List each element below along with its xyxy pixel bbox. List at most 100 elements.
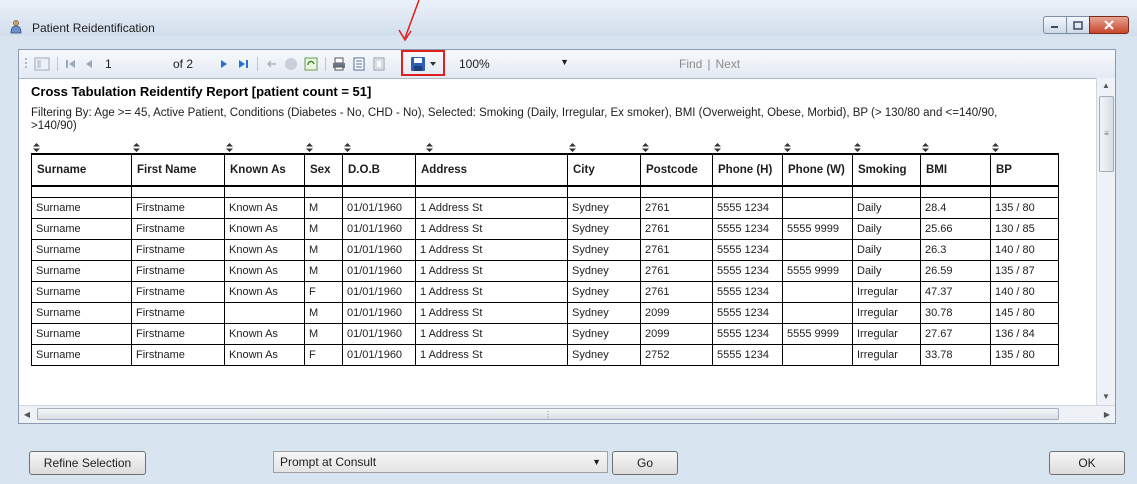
stop-button[interactable] (283, 56, 299, 72)
table-cell: 30.78 (920, 302, 991, 324)
first-page-button[interactable] (63, 56, 79, 72)
column-header[interactable]: Phone (H) (712, 153, 783, 187)
print-layout-button[interactable] (351, 56, 367, 72)
print-button[interactable] (331, 56, 347, 72)
sort-toggle-icon[interactable] (426, 143, 433, 153)
spacer-cell (852, 186, 921, 198)
page-setup-button[interactable] (371, 56, 387, 72)
report-viewer: 1 of 2 100% ▼ Find | Next Cross Tabulati… (18, 49, 1116, 424)
table-cell: M (304, 197, 343, 219)
sort-toggle-icon[interactable] (344, 143, 351, 153)
table-cell: Surname (31, 239, 132, 261)
refresh-button[interactable] (303, 56, 319, 72)
table-row[interactable]: Surname Firstname Known As M 01/01/1960 1 Add… (31, 218, 1059, 240)
maximize-button[interactable] (1066, 16, 1090, 34)
sort-toggle-icon[interactable] (133, 143, 140, 153)
table-cell: 28.4 (920, 197, 991, 219)
sort-toggle-icon[interactable] (33, 143, 40, 153)
table-row[interactable]: Surname Firstname M 01/01/1960 1 Address St S… (31, 302, 1059, 324)
column-header[interactable]: Known As (224, 153, 305, 187)
table-cell (782, 344, 853, 366)
annotation-arrow-icon (398, 0, 420, 42)
find-link[interactable]: Find (679, 57, 702, 71)
sort-toggle-icon[interactable] (992, 143, 999, 153)
table-cell: 01/01/1960 (342, 281, 416, 303)
column-header[interactable]: Sex (304, 153, 343, 187)
last-page-icon (239, 60, 248, 68)
sort-toggle-icon[interactable] (642, 143, 649, 153)
column-header[interactable]: Phone (W) (782, 153, 853, 187)
column-header[interactable]: BMI (920, 153, 991, 187)
vertical-scroll-thumb[interactable]: ≡ (1099, 96, 1114, 172)
find-separator: | (707, 57, 711, 71)
column-header[interactable]: D.O.B (342, 153, 416, 187)
export-highlight-box (401, 50, 445, 76)
table-cell (782, 302, 853, 324)
previous-page-button[interactable] (81, 56, 97, 72)
scroll-down-icon[interactable]: ▼ (1097, 389, 1115, 405)
next-link[interactable]: Next (715, 57, 740, 71)
scroll-left-icon[interactable]: ◀ (19, 406, 35, 423)
table-cell: 145 / 80 (990, 302, 1059, 324)
last-page-button[interactable] (235, 56, 251, 72)
sort-toggle-icon[interactable] (569, 143, 576, 153)
table-row[interactable]: Surname Firstname Known As M 01/01/1960 1 Add… (31, 197, 1059, 219)
horizontal-scroll-thumb[interactable]: ⋮ (37, 408, 1059, 420)
table-cell: Known As (224, 218, 305, 240)
sort-row (31, 143, 1071, 153)
table-cell (782, 281, 853, 303)
next-page-button[interactable] (217, 56, 231, 72)
table-row[interactable]: Surname Firstname Known As M 01/01/1960 1 Add… (31, 239, 1059, 261)
prompt-select-value: Prompt at Consult (280, 455, 377, 469)
window-title: Patient Reidentification (32, 21, 155, 35)
column-header[interactable]: Address (415, 153, 568, 187)
column-header[interactable]: Postcode (640, 153, 713, 187)
table-cell: F (304, 281, 343, 303)
column-header[interactable]: BP (990, 153, 1059, 187)
table-row[interactable]: Surname Firstname Known As F 01/01/1960 1 Add… (31, 281, 1059, 303)
page-count-label: of 2 (173, 57, 194, 71)
table-header-row: Surname First Name Known As Sex D.O.B Address… (31, 153, 1059, 187)
minimize-button[interactable] (1043, 16, 1067, 34)
horizontal-scrollbar[interactable]: ◀ ⋮ ▶ (19, 405, 1115, 423)
current-page-input[interactable]: 1 (105, 57, 112, 71)
refine-selection-button[interactable]: Refine Selection (29, 451, 146, 475)
sort-toggle-icon[interactable] (922, 143, 929, 153)
sort-toggle-icon[interactable] (226, 143, 233, 153)
table-cell: 1 Address St (415, 281, 568, 303)
table-cell: Sydney (567, 197, 641, 219)
scroll-up-icon[interactable]: ▲ (1097, 78, 1115, 94)
table-cell: 26.3 (920, 239, 991, 261)
document-map-button[interactable] (33, 56, 51, 72)
back-button[interactable] (263, 56, 279, 72)
sort-toggle-icon[interactable] (784, 143, 791, 153)
sort-toggle-icon[interactable] (306, 143, 313, 153)
vertical-scrollbar[interactable]: ▲ ≡ ▼ (1096, 78, 1115, 405)
scroll-right-icon[interactable]: ▶ (1099, 406, 1115, 423)
table-cell (782, 239, 853, 261)
window-controls (1043, 16, 1129, 34)
table-cell: Daily (852, 260, 921, 282)
first-page-icon (66, 60, 75, 68)
sort-toggle-icon[interactable] (714, 143, 721, 153)
previous-page-icon (86, 60, 92, 68)
table-cell: 47.37 (920, 281, 991, 303)
table-cell: 135 / 87 (990, 260, 1059, 282)
ok-button[interactable]: OK (1049, 451, 1125, 475)
back-arrow-icon (267, 60, 276, 68)
column-header[interactable]: Smoking (852, 153, 921, 187)
column-header[interactable]: First Name (131, 153, 225, 187)
column-header[interactable]: Surname (31, 153, 132, 187)
zoom-select[interactable]: 100% ▼ (459, 55, 571, 73)
table-cell: 01/01/1960 (342, 239, 416, 261)
close-button[interactable] (1089, 16, 1129, 34)
column-header[interactable]: City (567, 153, 641, 187)
table-row[interactable]: Surname Firstname Known As M 01/01/1960 1 Add… (31, 260, 1059, 282)
go-button[interactable]: Go (612, 451, 678, 475)
table-row[interactable]: Surname Firstname Known As F 01/01/1960 1 Add… (31, 344, 1059, 366)
prompt-select[interactable]: Prompt at Consult ▼ (273, 451, 608, 473)
sort-toggle-icon[interactable] (854, 143, 861, 153)
table-cell: 26.59 (920, 260, 991, 282)
table-row[interactable]: Surname Firstname Known As M 01/01/1960 1 Add… (31, 323, 1059, 345)
table-cell: Firstname (131, 218, 225, 240)
